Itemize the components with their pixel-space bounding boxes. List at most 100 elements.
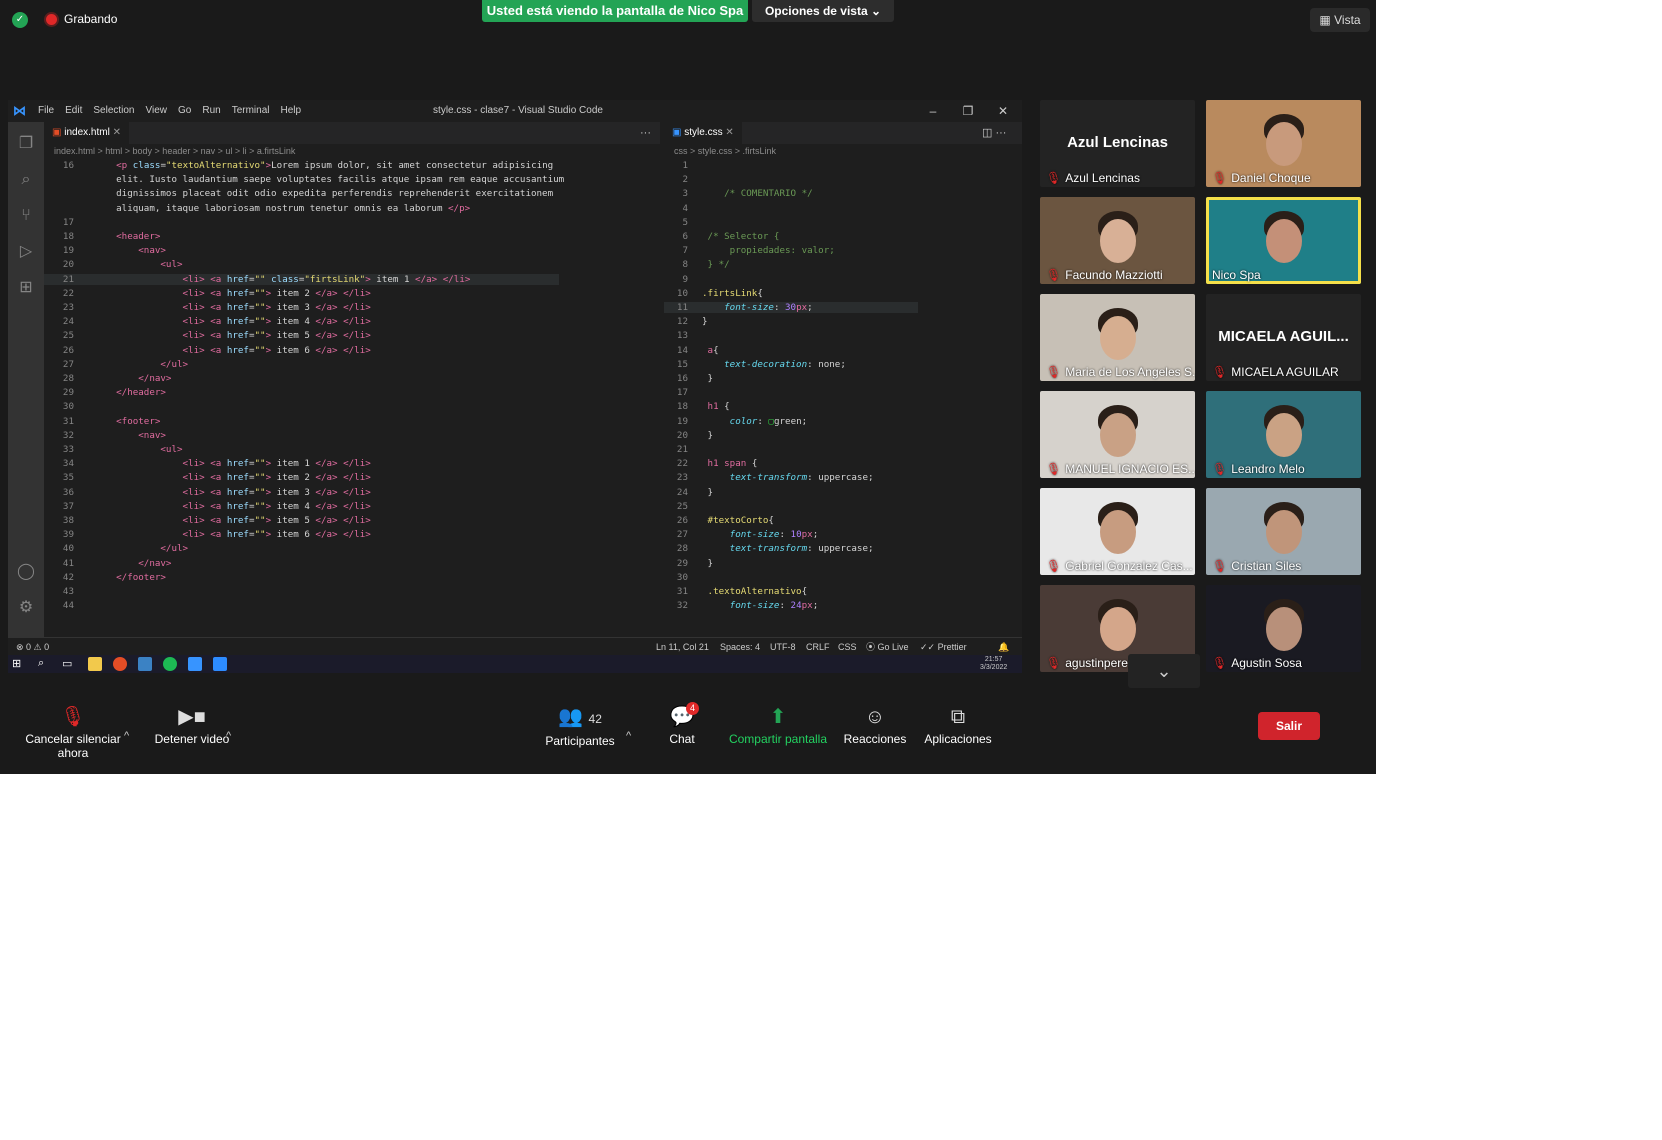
menu-terminal[interactable]: Terminal: [232, 100, 270, 122]
extensions-icon[interactable]: ⊞: [16, 278, 36, 298]
participant-name: MANUEL IGNACIO ES...: [1065, 462, 1195, 476]
explorer-icon[interactable]: ❐: [16, 134, 36, 154]
menu-bar: File Edit Selection View Go Run Terminal Help: [38, 100, 312, 122]
clock-time: 21:57: [984, 656, 1003, 663]
muted-microphone-icon: 🎙: [1212, 462, 1228, 476]
participant-name: Facundo Mazziotti: [1065, 268, 1163, 282]
go-live-label: Go Live: [877, 642, 909, 652]
participant-video-face: [1100, 607, 1136, 651]
zoom-window: ✓ Grabando Usted está viendo la pantalla…: [0, 0, 1376, 774]
indentation[interactable]: Spaces: 4: [720, 638, 760, 656]
go-live-button[interactable]: ⦿ Go Live: [866, 638, 909, 656]
participant-tile[interactable]: MICAELA AGUIL... 🎙 MICAELA AGUILAR: [1206, 294, 1361, 381]
participant-name: agustinpere: [1065, 656, 1128, 670]
participant-tile[interactable]: 🎙 Cristian Siles: [1206, 488, 1361, 575]
zoom-taskbar-icon[interactable]: [213, 657, 227, 671]
participant-tile[interactable]: 🎙 Maria de Los Angeles S...: [1040, 294, 1195, 381]
run-debug-icon[interactable]: ▷: [16, 242, 36, 262]
video-options-chevron-icon[interactable]: ^: [226, 730, 231, 742]
tab-style-css[interactable]: ▣ style.css ✕: [664, 122, 742, 144]
view-mode-button[interactable]: ▦ Vista: [1310, 8, 1370, 32]
unmute-button[interactable]: 🎙 Cancelar silenciar ahora: [10, 702, 136, 760]
security-shield-icon[interactable]: ✓: [12, 12, 28, 28]
encoding[interactable]: UTF-8: [770, 638, 796, 656]
recording-label: Grabando: [64, 12, 118, 26]
restore-icon[interactable]: ❐: [953, 100, 983, 122]
split-editor-icon[interactable]: ◫ ···: [982, 122, 1006, 144]
search-icon[interactable]: ⌕: [16, 170, 36, 190]
participants-button[interactable]: 👥 42 Participantes: [538, 702, 622, 748]
prettier-button[interactable]: ✓✓ Prettier: [920, 638, 967, 656]
more-actions-icon[interactable]: ···: [640, 122, 651, 144]
menu-run[interactable]: Run: [202, 100, 220, 122]
muted-microphone-icon: 🎙: [1046, 268, 1062, 282]
tab-index-html[interactable]: ▣ index.html ✕: [44, 122, 129, 144]
participant-tile[interactable]: 🎙 Facundo Mazziotti: [1040, 197, 1195, 284]
vscode-titlebar: ⋈ File Edit Selection View Go Run Terminal Help…: [8, 100, 1022, 122]
problems-indicator[interactable]: ⊗ 0 ⚠ 0: [16, 638, 49, 656]
muted-microphone-icon: 🎙: [1212, 365, 1228, 379]
language-mode[interactable]: CSS: [838, 638, 857, 656]
vscode-taskbar-icon[interactable]: [188, 657, 202, 671]
stop-video-button[interactable]: ▶■ Detener video: [150, 702, 234, 746]
participant-tile[interactable]: 🎙 Agustin Sosa: [1206, 585, 1361, 672]
participant-display-name: MICAELA AGUIL...: [1218, 328, 1349, 345]
apps-label: Aplicaciones: [924, 732, 992, 746]
spotify-icon[interactable]: [163, 657, 177, 671]
participants-label: Participantes: [545, 734, 615, 748]
search-icon[interactable]: ⌕: [38, 657, 52, 671]
line-ending[interactable]: CRLF: [806, 638, 830, 656]
source-control-icon[interactable]: ⑂: [16, 206, 36, 226]
share-screen-button[interactable]: ⬆ Compartir pantalla: [726, 702, 830, 746]
chat-badge: 4: [686, 702, 700, 715]
participant-name-label: 🎙 Cristian Siles: [1212, 559, 1301, 573]
accounts-icon[interactable]: ◯: [16, 562, 36, 582]
task-view-icon[interactable]: ▭: [62, 657, 76, 671]
participants-chevron-icon[interactable]: ^: [626, 730, 631, 742]
editor-index-html[interactable]: ▣ index.html ✕ ··· index.html > html > b…: [44, 122, 660, 637]
participant-video-face: [1100, 510, 1136, 554]
participant-name: MICAELA AGUILAR: [1231, 365, 1339, 379]
menu-help[interactable]: Help: [281, 100, 302, 122]
reactions-button[interactable]: ☺ Reacciones: [842, 702, 908, 746]
breadcrumb[interactable]: index.html > html > body > header > nav …: [54, 146, 295, 156]
close-icon[interactable]: ✕: [988, 100, 1018, 122]
chat-button[interactable]: 💬 Chat 4: [658, 702, 706, 746]
participant-tile[interactable]: 🎙Nico Spa: [1206, 197, 1361, 284]
minimize-icon[interactable]: –: [918, 100, 948, 122]
menu-selection[interactable]: Selection: [93, 100, 134, 122]
unmute-label: Cancelar silenciar ahora: [25, 732, 121, 760]
participant-tile[interactable]: 🎙 Daniel Choque: [1206, 100, 1361, 187]
leave-button[interactable]: Salir: [1258, 712, 1320, 740]
activity-bar: ❐ ⌕ ⑂ ▷ ⊞ ◯ ⚙: [8, 122, 44, 637]
participant-tile[interactable]: 🎙 Leandro Melo: [1206, 391, 1361, 478]
cursor-position[interactable]: Ln 11, Col 21: [656, 638, 709, 656]
windows-start-icon[interactable]: ⊞: [12, 657, 26, 671]
chrome-icon[interactable]: [113, 657, 127, 671]
muted-microphone-icon: 🎙: [1212, 656, 1228, 670]
view-options-button[interactable]: Opciones de vista ⌄: [752, 0, 894, 22]
muted-microphone-icon: 🎙: [60, 706, 86, 728]
editor-style-css[interactable]: ▣ style.css ✕ ◫ ··· css > style.css > .f…: [664, 122, 1022, 637]
menu-view[interactable]: View: [146, 100, 168, 122]
notifications-bell-icon[interactable]: 🔔: [998, 638, 1009, 656]
apps-button[interactable]: ⧉ Aplicaciones: [920, 702, 996, 746]
muted-microphone-icon: 🎙: [1212, 559, 1228, 573]
participant-tile[interactable]: Azul Lencinas 🎙 Azul Lencinas: [1040, 100, 1195, 187]
audio-options-chevron-icon[interactable]: ^: [124, 730, 129, 742]
more-participants-chevron-icon[interactable]: ⌄: [1128, 654, 1200, 688]
settings-gear-icon[interactable]: ⚙: [16, 598, 36, 618]
html-code[interactable]: 16 <p class="textoAlternativo">Lorem ips…: [44, 159, 564, 614]
menu-go[interactable]: Go: [178, 100, 191, 122]
participant-tile[interactable]: 🎙 Gabriel Gonzalez Cas...: [1040, 488, 1195, 575]
menu-file[interactable]: File: [38, 100, 54, 122]
participant-tile[interactable]: 🎙 MANUEL IGNACIO ES...: [1040, 391, 1195, 478]
file-explorer-icon[interactable]: [88, 657, 102, 671]
status-bar: ⊗ 0 ⚠ 0 Ln 11, Col 21 Spaces: 4 UTF-8 CR…: [8, 637, 1022, 656]
menu-edit[interactable]: Edit: [65, 100, 82, 122]
mail-icon[interactable]: [138, 657, 152, 671]
breadcrumb[interactable]: css > style.css > .firtsLink: [674, 146, 776, 156]
clock[interactable]: 21:57 3/3/2022: [980, 656, 1007, 672]
css-code[interactable]: 1 2 3 /* COMENTARIO */ 4 5 6 /* Selector…: [664, 159, 918, 614]
participant-display-name: Azul Lencinas: [1067, 134, 1168, 151]
